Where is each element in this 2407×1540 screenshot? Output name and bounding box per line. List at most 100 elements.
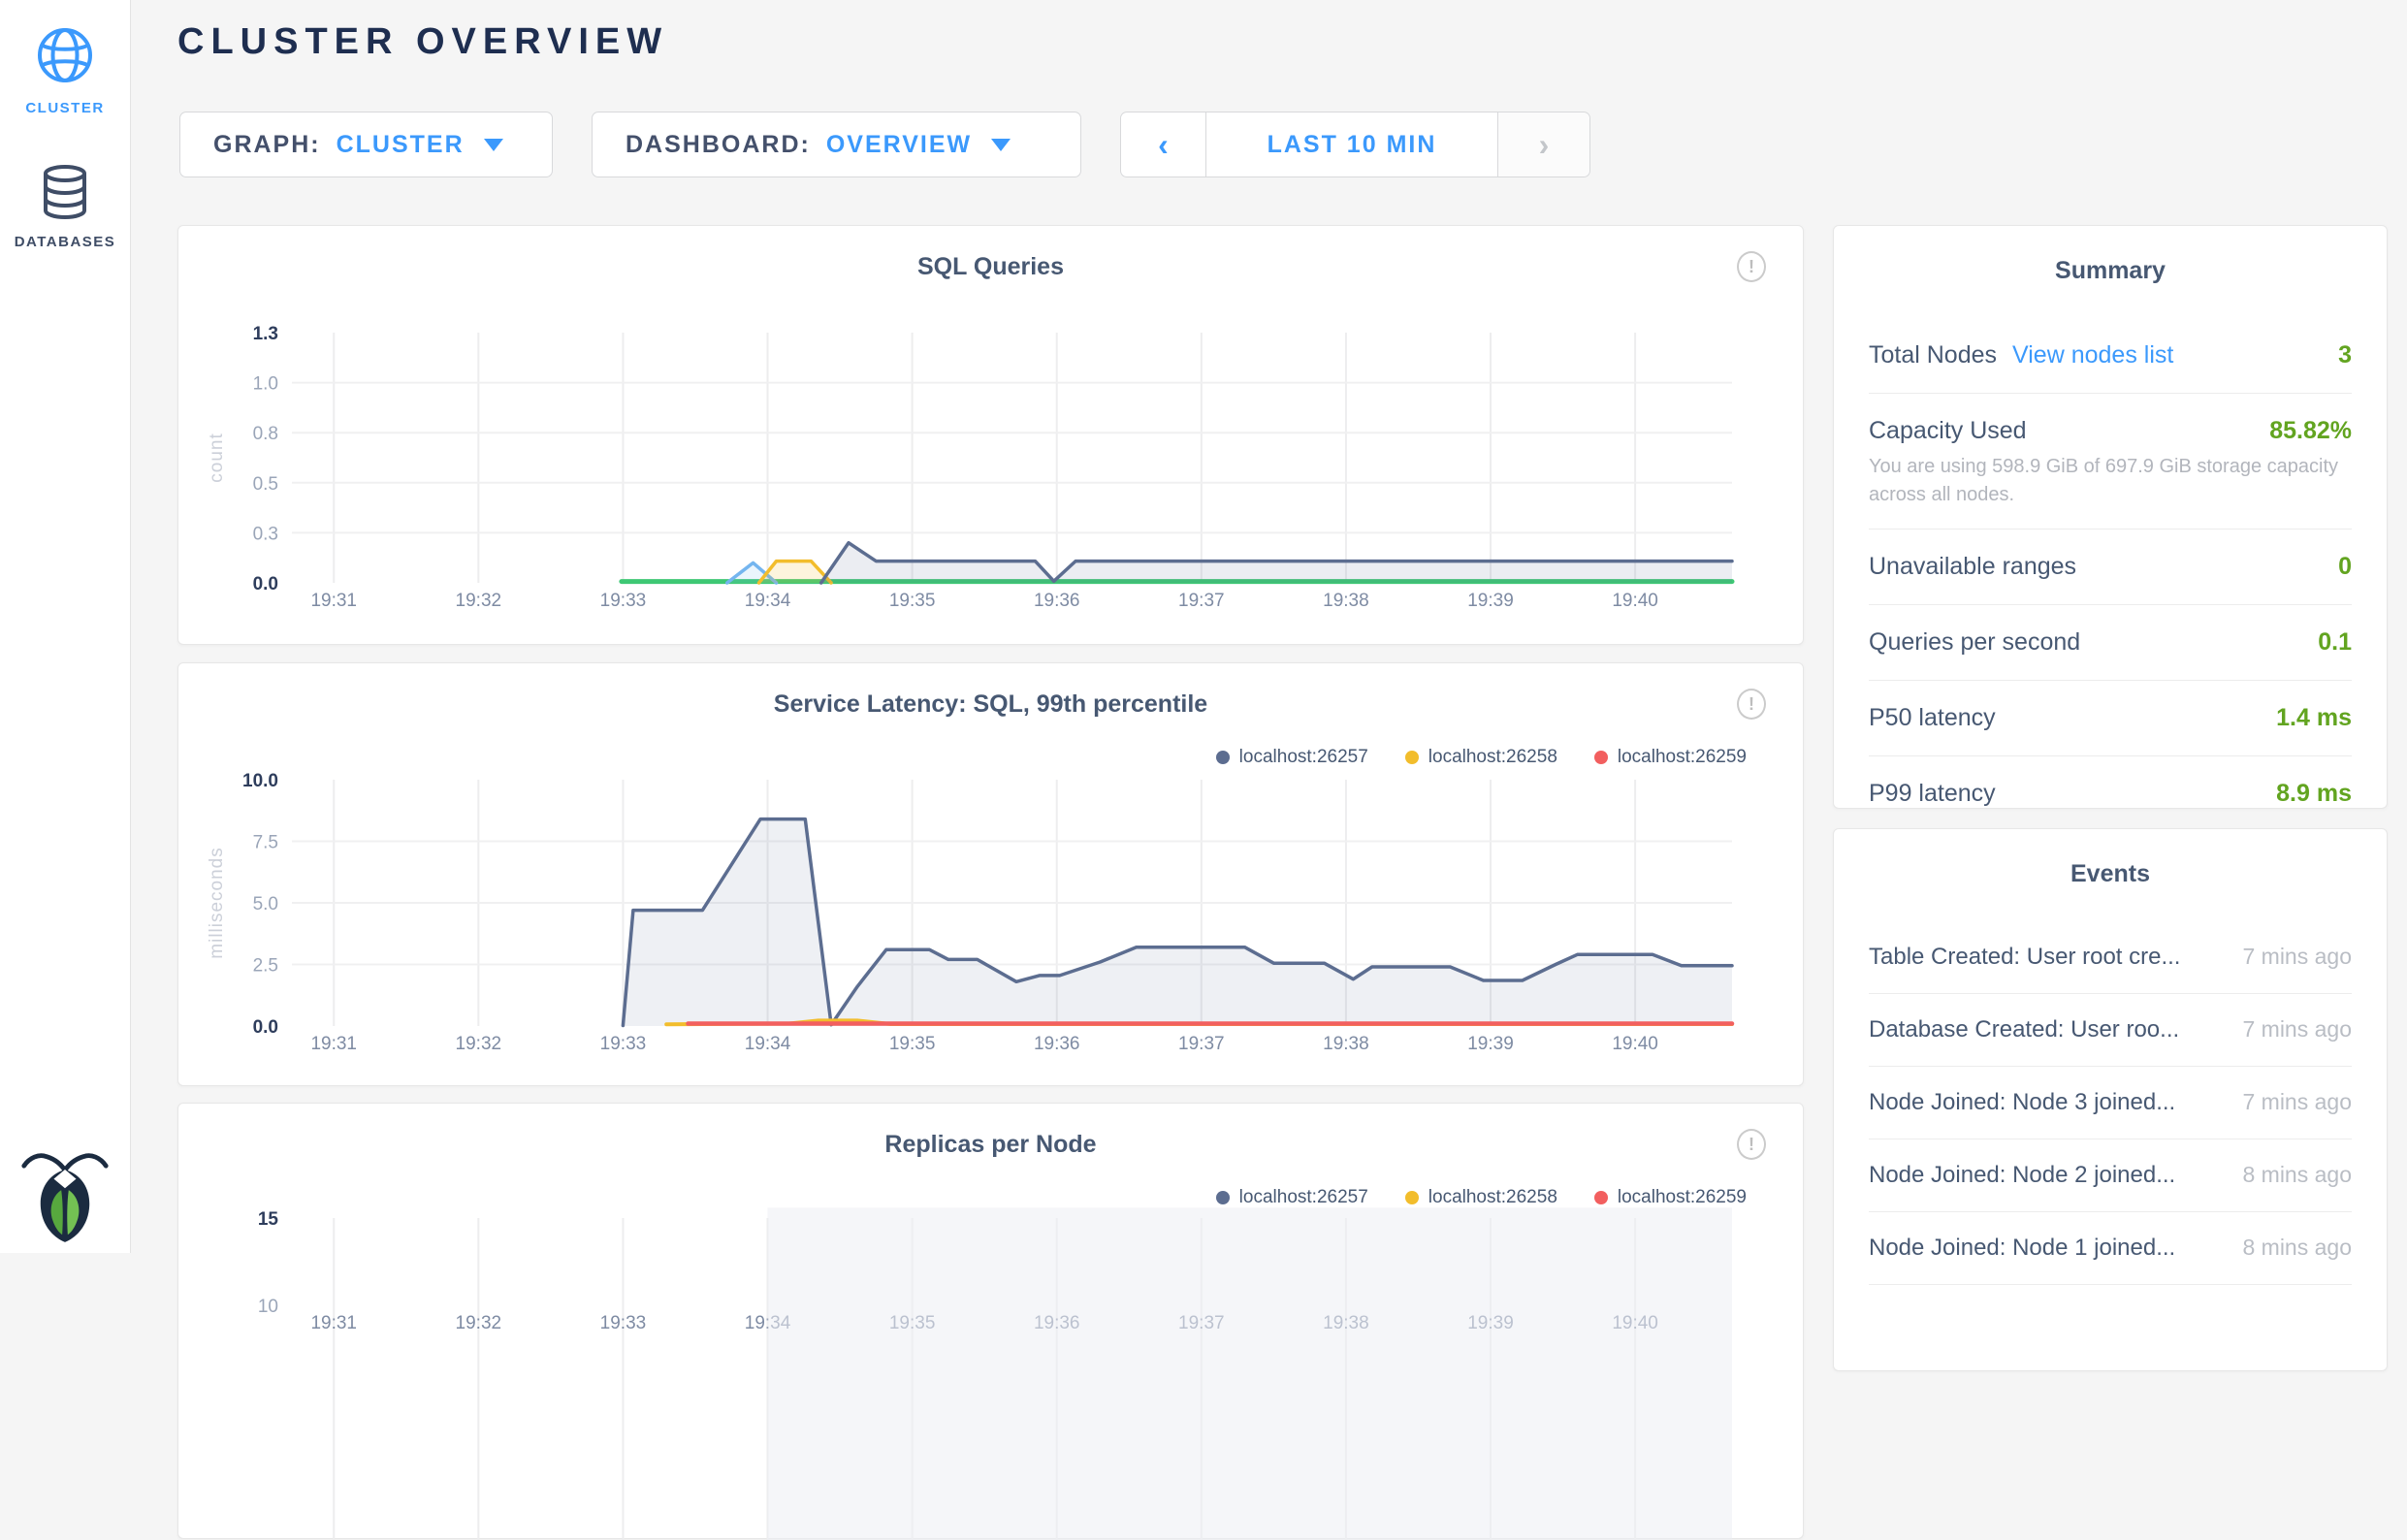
svg-text:1.0: 1.0 bbox=[253, 374, 278, 395]
dashboard-dropdown-value: OVERVIEW bbox=[826, 131, 972, 159]
chevron-down-icon bbox=[991, 139, 1011, 151]
event-time: 7 mins ago bbox=[2242, 944, 2352, 970]
svg-text:19:32: 19:32 bbox=[456, 1313, 502, 1333]
svg-text:7.5: 7.5 bbox=[253, 833, 278, 853]
svg-text:19:33: 19:33 bbox=[600, 1313, 647, 1333]
event-row: Database Created: User roo... 7 mins ago bbox=[1869, 994, 2352, 1067]
event-text: Node Joined: Node 3 joined... bbox=[1869, 1089, 2175, 1116]
time-window-label: LAST 10 MIN bbox=[1268, 131, 1437, 159]
unavailable-ranges-label: Unavailable ranges bbox=[1869, 553, 2076, 581]
p50-latency-label: P50 latency bbox=[1869, 704, 1996, 732]
svg-text:10: 10 bbox=[258, 1297, 278, 1317]
event-time: 7 mins ago bbox=[2242, 1016, 2352, 1043]
svg-text:19:34: 19:34 bbox=[745, 1034, 791, 1054]
event-text: Table Created: User root cre... bbox=[1869, 944, 2180, 971]
graph-dropdown-label: GRAPH: bbox=[213, 131, 321, 159]
time-prev-button[interactable]: ‹ bbox=[1121, 112, 1206, 176]
sidebar-item-cluster[interactable]: CLUSTER bbox=[0, 25, 130, 116]
svg-text:19:34: 19:34 bbox=[745, 591, 791, 611]
capacity-note: You are using 598.9 GiB of 697.9 GiB sto… bbox=[1869, 453, 2352, 509]
chevron-right-icon: › bbox=[1539, 127, 1550, 163]
svg-text:15: 15 bbox=[258, 1209, 279, 1230]
svg-text:0.0: 0.0 bbox=[253, 1017, 278, 1038]
chevron-down-icon bbox=[484, 139, 503, 151]
svg-text:19:38: 19:38 bbox=[1323, 591, 1369, 611]
event-text: Node Joined: Node 2 joined... bbox=[1869, 1162, 2175, 1189]
total-nodes-label: Total Nodes bbox=[1869, 341, 1997, 369]
p99-latency-label: P99 latency bbox=[1869, 780, 1996, 808]
total-nodes-value: 3 bbox=[2338, 341, 2352, 369]
svg-text:19:31: 19:31 bbox=[310, 1034, 357, 1054]
event-text: Node Joined: Node 1 joined... bbox=[1869, 1235, 2175, 1262]
view-nodes-list-link[interactable]: View nodes list bbox=[2012, 341, 2173, 369]
svg-text:1.3: 1.3 bbox=[253, 324, 278, 344]
sidebar-item-label: CLUSTER bbox=[0, 100, 130, 116]
summary-panel: Summary Total Nodes View nodes list 3 Ca… bbox=[1833, 225, 2388, 809]
svg-text:milliseconds: milliseconds bbox=[207, 847, 227, 958]
events-title: Events bbox=[1869, 860, 2352, 888]
event-row: Node Joined: Node 1 joined... 8 mins ago bbox=[1869, 1212, 2352, 1285]
summary-row-capacity: Capacity Used 85.82% You are using 598.9… bbox=[1869, 394, 2352, 529]
dashboard-dropdown[interactable]: DASHBOARD: OVERVIEW bbox=[592, 112, 1081, 177]
svg-text:19:36: 19:36 bbox=[1034, 591, 1080, 611]
svg-text:5.0: 5.0 bbox=[253, 894, 278, 914]
replicas-per-node-chart-card: Replicas per Node ! localhost:26257 loca… bbox=[177, 1103, 1804, 1539]
svg-text:19:31: 19:31 bbox=[310, 591, 357, 611]
svg-text:19:33: 19:33 bbox=[600, 1034, 647, 1054]
event-time: 8 mins ago bbox=[2242, 1162, 2352, 1188]
svg-text:19:37: 19:37 bbox=[1178, 1034, 1225, 1054]
summary-title: Summary bbox=[1869, 257, 2352, 285]
dashboard-dropdown-label: DASHBOARD: bbox=[626, 131, 811, 159]
summary-row-p99: P99 latency 8.9 ms bbox=[1869, 756, 2352, 831]
svg-text:19:40: 19:40 bbox=[1612, 1034, 1658, 1054]
svg-text:19:31: 19:31 bbox=[310, 1313, 357, 1333]
chevron-left-icon: ‹ bbox=[1158, 127, 1169, 163]
events-panel: Events Table Created: User root cre... 7… bbox=[1833, 828, 2388, 1371]
event-row: Node Joined: Node 2 joined... 8 mins ago bbox=[1869, 1139, 2352, 1212]
graph-dropdown[interactable]: GRAPH: CLUSTER bbox=[179, 112, 553, 177]
svg-text:0.0: 0.0 bbox=[253, 574, 278, 594]
summary-row-qps: Queries per second 0.1 bbox=[1869, 605, 2352, 681]
svg-text:19:37: 19:37 bbox=[1178, 591, 1225, 611]
sidebar-item-label: DATABASES bbox=[0, 234, 130, 250]
capacity-used-label: Capacity Used bbox=[1869, 417, 2027, 445]
capacity-used-value: 85.82% bbox=[2269, 417, 2352, 445]
event-time: 7 mins ago bbox=[2242, 1089, 2352, 1115]
svg-text:19:40: 19:40 bbox=[1612, 591, 1658, 611]
globe-icon bbox=[35, 73, 95, 89]
event-row: Table Created: User root cre... 7 mins a… bbox=[1869, 921, 2352, 994]
page-title: CLUSTER OVERVIEW bbox=[177, 21, 668, 63]
svg-text:19:32: 19:32 bbox=[456, 591, 502, 611]
p50-latency-value: 1.4 ms bbox=[2276, 704, 2352, 732]
svg-text:19:39: 19:39 bbox=[1467, 1034, 1514, 1054]
replicas-per-node-chart: 19:3119:3219:3319:3419:3519:3619:3719:38… bbox=[178, 1104, 1805, 1540]
service-latency-chart: 19:3119:3219:3319:3419:3519:3619:3719:38… bbox=[178, 663, 1805, 1087]
summary-row-p50: P50 latency 1.4 ms bbox=[1869, 681, 2352, 756]
graph-dropdown-value: CLUSTER bbox=[337, 131, 465, 159]
cockroachdb-logo[interactable] bbox=[0, 1145, 130, 1247]
qps-label: Queries per second bbox=[1869, 628, 2080, 657]
svg-text:19:38: 19:38 bbox=[1323, 1034, 1369, 1054]
event-time: 8 mins ago bbox=[2242, 1235, 2352, 1261]
p99-latency-value: 8.9 ms bbox=[2276, 780, 2352, 808]
svg-text:0.8: 0.8 bbox=[253, 424, 278, 444]
database-icon bbox=[40, 207, 90, 223]
svg-text:2.5: 2.5 bbox=[253, 956, 278, 977]
sidebar-item-databases[interactable]: DATABASES bbox=[0, 165, 130, 250]
summary-row-total-nodes: Total Nodes View nodes list 3 bbox=[1869, 318, 2352, 394]
sql-queries-chart: 19:31 19:32 19:33 19:34 19:35 19:36 19:37 19:38… bbox=[178, 226, 1805, 646]
svg-text:19:35: 19:35 bbox=[889, 591, 936, 611]
time-window-dropdown[interactable]: LAST 10 MIN bbox=[1206, 112, 1497, 176]
svg-text:0.3: 0.3 bbox=[253, 524, 278, 544]
svg-text:19:39: 19:39 bbox=[1467, 591, 1514, 611]
service-latency-chart-card: Service Latency: SQL, 99th percentile ! … bbox=[177, 662, 1804, 1086]
time-window-selector: ‹ LAST 10 MIN › bbox=[1120, 112, 1590, 177]
sidebar: CLUSTER DATABASES bbox=[0, 0, 131, 1253]
svg-text:0.5: 0.5 bbox=[253, 474, 278, 495]
qps-value: 0.1 bbox=[2318, 628, 2352, 657]
svg-text:19:33: 19:33 bbox=[600, 591, 647, 611]
svg-text:count: count bbox=[207, 433, 227, 482]
svg-text:19:32: 19:32 bbox=[456, 1034, 502, 1054]
svg-text:19:35: 19:35 bbox=[889, 1034, 936, 1054]
time-next-button[interactable]: › bbox=[1497, 112, 1589, 176]
